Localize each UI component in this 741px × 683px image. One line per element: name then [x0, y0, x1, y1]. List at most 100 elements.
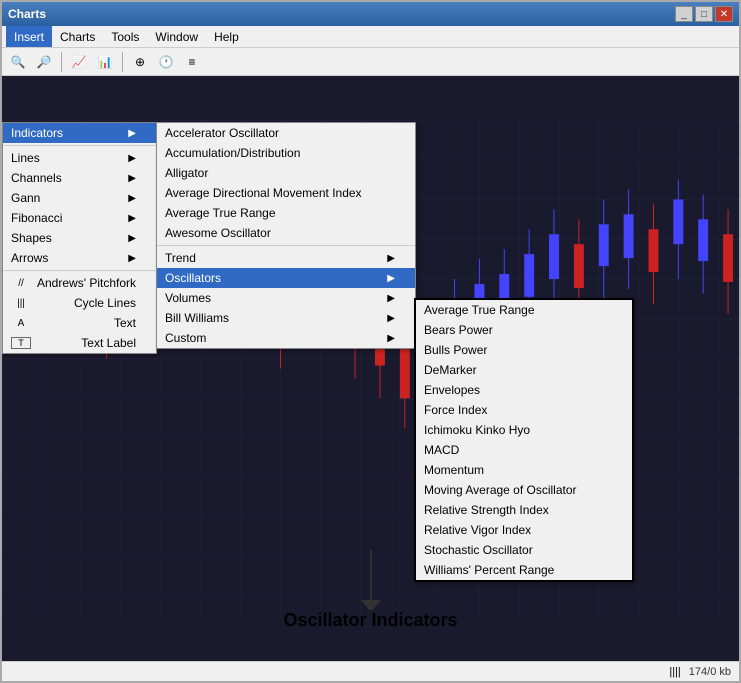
- ind-volumes[interactable]: Volumes ▶: [157, 288, 415, 308]
- toolbar-btn-5[interactable]: ⊕: [128, 51, 152, 73]
- osc-bulls-label: Bulls Power: [424, 343, 487, 357]
- ind-billwilliams[interactable]: Bill Williams ▶: [157, 308, 415, 328]
- osc-envelopes-label: Envelopes: [424, 383, 480, 397]
- insert-pitchfork[interactable]: // Andrews' Pitchfork: [3, 273, 156, 293]
- osc-demarker[interactable]: DeMarker: [416, 360, 632, 380]
- shapes-label: Shapes: [11, 231, 52, 245]
- osc-atr[interactable]: Average True Range: [416, 300, 632, 320]
- osc-williams[interactable]: Williams' Percent Range: [416, 560, 632, 580]
- toolbar-btn-3[interactable]: 📈: [67, 51, 91, 73]
- ind-custom[interactable]: Custom ▶: [157, 328, 415, 348]
- sep-2: [3, 270, 156, 271]
- insert-dropdown: Indicators ▶ Lines ▶ Channels ▶ Gann ▶: [2, 122, 157, 354]
- osc-rvi[interactable]: Relative Vigor Index: [416, 520, 632, 540]
- status-bars-icon: ||||: [669, 666, 680, 678]
- pitchfork-label: Andrews' Pitchfork: [37, 276, 136, 290]
- insert-lines[interactable]: Lines ▶: [3, 148, 156, 168]
- osc-ichimoku-label: Ichimoku Kinko Hyo: [424, 423, 530, 437]
- osc-atr-label: Average True Range: [424, 303, 535, 317]
- toolbar-btn-7[interactable]: ≡: [180, 51, 204, 73]
- toolbar-btn-1[interactable]: 🔍: [6, 51, 30, 73]
- osc-momentum-label: Momentum: [424, 463, 484, 477]
- insert-fibonacci[interactable]: Fibonacci ▶: [3, 208, 156, 228]
- ind-oscillators[interactable]: Oscillators ▶: [157, 268, 415, 288]
- atr-label: Average True Range: [165, 206, 276, 220]
- insert-gann[interactable]: Gann ▶: [3, 188, 156, 208]
- osc-mao-label: Moving Average of Oscillator: [424, 483, 577, 497]
- ind-accelerator[interactable]: Accelerator Oscillator: [157, 123, 415, 143]
- lines-label: Lines: [11, 151, 40, 165]
- text-t-icon: T: [11, 337, 31, 349]
- trend-arrow: ▶: [387, 253, 395, 264]
- ind-accumulation[interactable]: Accumulation/Distribution: [157, 143, 415, 163]
- status-bar: |||| 174/0 kb: [2, 661, 739, 681]
- ind-trend[interactable]: Trend ▶: [157, 248, 415, 268]
- arrows-label: Arrows: [11, 251, 48, 265]
- osc-macd[interactable]: MACD: [416, 440, 632, 460]
- menu-charts[interactable]: Charts: [52, 26, 103, 47]
- toolbar-btn-2[interactable]: 🔎: [32, 51, 56, 73]
- insert-channels[interactable]: Channels ▶: [3, 168, 156, 188]
- main-content: Oscillator Indicators Indicators ▶ Lines…: [2, 76, 739, 661]
- alligator-label: Alligator: [165, 166, 208, 180]
- volumes-arrow: ▶: [387, 293, 395, 304]
- insert-textlabel[interactable]: T Text Label: [3, 333, 156, 353]
- insert-cyclelines[interactable]: ||| Cycle Lines: [3, 293, 156, 313]
- ind-admi[interactable]: Average Directional Movement Index: [157, 183, 415, 203]
- admi-label: Average Directional Movement Index: [165, 186, 362, 200]
- accumulation-label: Accumulation/Distribution: [165, 146, 300, 160]
- indicators-label: Indicators: [11, 126, 63, 140]
- insert-text[interactable]: A Text: [3, 313, 156, 333]
- osc-stochastic-label: Stochastic Oscillator: [424, 543, 533, 557]
- insert-shapes[interactable]: Shapes ▶: [3, 228, 156, 248]
- billwilliams-arrow: ▶: [387, 313, 395, 324]
- awesome-label: Awesome Oscillator: [165, 226, 271, 240]
- osc-mao[interactable]: Moving Average of Oscillator: [416, 480, 632, 500]
- menu-window[interactable]: Window: [147, 26, 206, 47]
- title-bar: Charts _ □ ✕: [2, 2, 739, 26]
- ind-awesome[interactable]: Awesome Oscillator: [157, 223, 415, 243]
- ind-alligator[interactable]: Alligator: [157, 163, 415, 183]
- menu-bar: Insert Charts Tools Window Help: [2, 26, 739, 48]
- lines-arrow: ▶: [128, 153, 136, 164]
- text-label: Text: [114, 316, 136, 330]
- osc-envelopes[interactable]: Envelopes: [416, 380, 632, 400]
- maximize-btn[interactable]: □: [695, 6, 713, 22]
- channels-label: Channels: [11, 171, 62, 185]
- menu-tools[interactable]: Tools: [103, 26, 147, 47]
- osc-stochastic[interactable]: Stochastic Oscillator: [416, 540, 632, 560]
- custom-label: Custom: [165, 331, 206, 345]
- menu-insert[interactable]: Insert: [6, 26, 52, 47]
- minimize-btn[interactable]: _: [675, 6, 693, 22]
- osc-bulls[interactable]: Bulls Power: [416, 340, 632, 360]
- osc-bears-label: Bears Power: [424, 323, 493, 337]
- toolbar-btn-6[interactable]: 🕐: [154, 51, 178, 73]
- gann-label: Gann: [11, 191, 40, 205]
- osc-rvi-label: Relative Vigor Index: [424, 523, 531, 537]
- fibonacci-label: Fibonacci: [11, 211, 62, 225]
- toolbar: 🔍 🔎 📈 📊 ⊕ 🕐 ≡: [2, 48, 739, 76]
- osc-force[interactable]: Force Index: [416, 400, 632, 420]
- ind-sep-1: [157, 245, 415, 246]
- toolbar-sep-1: [61, 52, 62, 72]
- main-window: Charts _ □ ✕ Insert Charts Tools Window …: [0, 0, 741, 683]
- channels-arrow: ▶: [128, 173, 136, 184]
- insert-arrows[interactable]: Arrows ▶: [3, 248, 156, 268]
- menu-help[interactable]: Help: [206, 26, 247, 47]
- accelerator-label: Accelerator Oscillator: [165, 126, 279, 140]
- osc-williams-label: Williams' Percent Range: [424, 563, 554, 577]
- toolbar-sep-2: [122, 52, 123, 72]
- ind-atr[interactable]: Average True Range: [157, 203, 415, 223]
- toolbar-btn-4[interactable]: 📊: [93, 51, 117, 73]
- osc-ichimoku[interactable]: Ichimoku Kinko Hyo: [416, 420, 632, 440]
- billwilliams-label: Bill Williams: [165, 311, 229, 325]
- oscillators-arrow: ▶: [387, 273, 395, 284]
- custom-arrow: ▶: [387, 333, 395, 344]
- osc-rsi[interactable]: Relative Strength Index: [416, 500, 632, 520]
- osc-bears[interactable]: Bears Power: [416, 320, 632, 340]
- close-btn[interactable]: ✕: [715, 6, 733, 22]
- textlabel-label: Text Label: [81, 336, 136, 350]
- insert-indicators[interactable]: Indicators ▶: [3, 123, 156, 143]
- indicators-submenu: Accelerator Oscillator Accumulation/Dist…: [156, 122, 416, 349]
- osc-momentum[interactable]: Momentum: [416, 460, 632, 480]
